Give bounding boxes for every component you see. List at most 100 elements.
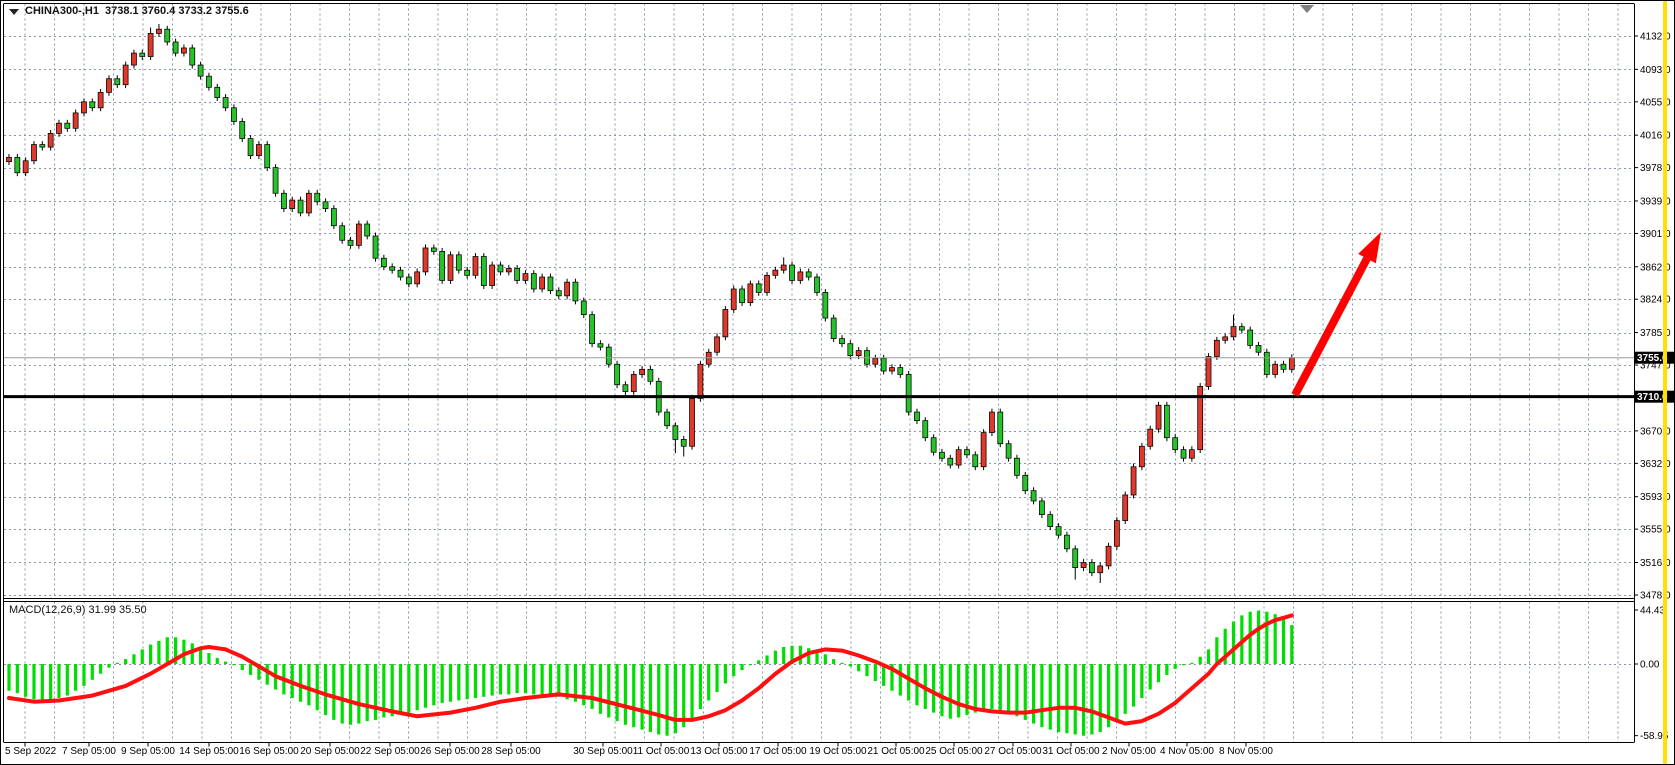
macd-histogram-bar <box>1215 637 1218 664</box>
candle-down <box>806 272 811 277</box>
candle-up <box>781 265 786 270</box>
macd-histogram-bar <box>66 664 69 696</box>
macd-histogram-bar <box>849 664 852 666</box>
macd-histogram-bar <box>232 664 235 665</box>
macd-histogram-bar <box>765 655 768 664</box>
macd-histogram-bar <box>640 664 643 730</box>
chart-canvas[interactable]: 4132.04093.04055.04016.03978.03939.03901… <box>1 1 1675 765</box>
date-tick-label: 28 Sep 05:00 <box>481 746 541 757</box>
candle-up <box>1081 562 1086 567</box>
macd-histogram-bar <box>99 664 102 674</box>
candle-down <box>365 224 370 236</box>
candle-down <box>231 108 236 122</box>
candle-down <box>298 200 303 213</box>
candle-up <box>156 29 161 33</box>
candle-up <box>1123 495 1128 521</box>
candle-up <box>1223 337 1228 340</box>
macd-histogram-bar <box>1074 664 1077 734</box>
trend-arrow[interactable] <box>1295 232 1381 395</box>
macd-histogram-bar <box>740 664 743 670</box>
macd-histogram-bar <box>141 649 144 664</box>
candle-down <box>573 282 578 301</box>
macd-histogram-bar <box>224 662 227 664</box>
macd-histogram-bar <box>449 664 452 702</box>
macd-histogram-bar <box>482 664 485 697</box>
symbol-dropdown-icon[interactable] <box>9 9 19 15</box>
candle-down <box>215 87 220 97</box>
date-tick-label: 16 Sep 05:00 <box>239 746 299 757</box>
candle-down <box>606 347 611 364</box>
candle-down <box>223 98 228 108</box>
price-lines[interactable] <box>4 358 1634 397</box>
candle-up <box>765 275 770 292</box>
candle-up <box>523 274 528 281</box>
date-axis[interactable]: 5 Sep 20227 Sep 05:009 Sep 05:0014 Sep 0… <box>5 743 1273 758</box>
candle-down <box>265 145 270 168</box>
candle-down <box>115 79 120 85</box>
macd-histogram-bar <box>1090 664 1093 734</box>
macd-histogram-bar <box>491 664 494 696</box>
candle-down <box>598 344 603 347</box>
macd-histogram-bar <box>1124 664 1127 714</box>
macd-histogram-bar <box>1032 664 1035 724</box>
macd-histogram-bar <box>1049 664 1052 730</box>
macd-histogram-bar <box>982 664 985 710</box>
candlesticks[interactable] <box>7 24 1295 583</box>
macd-histogram-bar <box>74 664 77 691</box>
candle-down <box>1264 352 1269 374</box>
macd-histogram-bar <box>516 664 519 693</box>
candle-down <box>1064 535 1069 549</box>
candle-up <box>73 113 78 128</box>
macd-histogram-bar <box>749 664 752 665</box>
macd-panel <box>7 611 1293 736</box>
candle-down <box>964 450 969 455</box>
candle-down <box>648 369 653 381</box>
macd-histogram-bar <box>241 664 244 670</box>
candle-down <box>1048 515 1053 527</box>
candle-down <box>1181 450 1186 459</box>
macd-histogram-bar <box>549 664 552 696</box>
candle-up <box>889 368 894 371</box>
macd-histogram-bar <box>1174 664 1177 669</box>
date-tick-label: 4 Nov 05:00 <box>1160 746 1214 757</box>
candle-down <box>406 277 411 284</box>
candle-down <box>931 438 936 453</box>
candle-up <box>1206 357 1211 387</box>
macd-histogram-bar <box>91 664 94 680</box>
window-accent-strip <box>1663 1 1667 765</box>
macd-histogram-bar <box>1065 664 1068 733</box>
candle-down <box>1173 438 1178 450</box>
macd-histogram-bar <box>1232 621 1235 664</box>
macd-histogram-bar <box>999 664 1002 710</box>
grid-lines <box>4 4 1634 743</box>
macd-histogram-bar <box>299 664 302 702</box>
candle-down <box>481 257 486 286</box>
macd-histogram-bar <box>1157 664 1160 682</box>
macd-histogram-bar <box>649 664 652 732</box>
candle-up <box>1106 546 1111 566</box>
price-axis[interactable]: 4132.04093.04055.04016.03978.03939.03901… <box>1634 32 1674 743</box>
candle-up <box>1189 450 1194 459</box>
macd-histogram-bar <box>674 664 677 733</box>
candle-down <box>515 268 520 280</box>
candle-down <box>1256 345 1261 352</box>
candle-down <box>581 301 586 315</box>
candle-down <box>756 284 761 293</box>
macd-histogram-bar <box>932 664 935 713</box>
macd-histogram-bar <box>591 664 594 709</box>
candle-up <box>1273 364 1278 374</box>
macd-histogram-bar <box>715 664 718 692</box>
date-tick-label: 7 Sep 05:00 <box>62 746 116 757</box>
candle-up <box>1289 358 1294 370</box>
candle-up <box>1098 566 1103 573</box>
macd-histogram-bar <box>57 664 60 698</box>
candle-down <box>373 236 378 258</box>
candle-up <box>81 102 86 113</box>
macd-histogram-bar <box>441 664 444 703</box>
macd-histogram-bar <box>157 641 160 664</box>
candle-up <box>715 337 720 352</box>
candle-up <box>98 92 103 107</box>
chart-shift-marker-icon[interactable] <box>1300 5 1314 13</box>
date-tick-label: 20 Sep 05:00 <box>300 746 360 757</box>
arrow-shaft <box>1295 259 1367 395</box>
